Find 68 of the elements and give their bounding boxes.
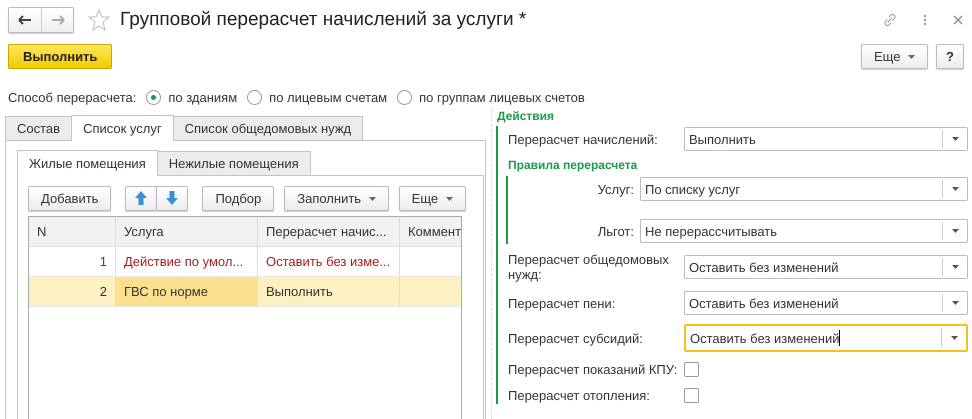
field-label: Услуг: xyxy=(596,182,635,196)
back-arrow-icon xyxy=(18,15,32,25)
fill-button[interactable]: Заполнить xyxy=(284,186,389,210)
table-cell: ГВС по норме xyxy=(116,277,258,306)
caret-icon[interactable] xyxy=(952,137,958,141)
column-header[interactable]: Услуга xyxy=(116,217,258,246)
radio-label[interactable]: по лицевым счетам xyxy=(269,90,388,104)
group-title: Правила перерасчета xyxy=(508,158,638,172)
tab[interactable]: Жилые помещения xyxy=(17,150,158,176)
tab[interactable]: Список общедомовых нужд xyxy=(172,116,364,140)
caret-icon[interactable] xyxy=(952,187,958,191)
table-row[interactable]: 2 ГВС по норме Выполнить xyxy=(29,277,461,307)
tab[interactable]: Состав xyxy=(5,116,72,140)
field-label: Льгот: xyxy=(596,224,635,238)
tab[interactable]: Список услуг xyxy=(71,115,174,141)
column-header[interactable]: Перерасчет начис... xyxy=(258,217,400,246)
column-header[interactable]: N xyxy=(29,217,116,246)
up-arrow-icon xyxy=(135,191,148,205)
checkbox[interactable] xyxy=(684,388,699,402)
star-icon[interactable] xyxy=(88,9,110,31)
method-label: Способ перерасчета: xyxy=(8,90,136,104)
dropdown-field[interactable]: Оставить без изменений xyxy=(684,255,968,279)
field-label: Перерасчет начислений: xyxy=(508,132,659,146)
caret-icon[interactable] xyxy=(952,301,958,305)
radio-label[interactable]: по зданиям xyxy=(168,90,238,104)
radio-button[interactable] xyxy=(397,90,412,104)
execute-button[interactable]: Выполнить xyxy=(8,44,112,68)
radio-label[interactable]: по группам лицевых счетов xyxy=(419,90,585,104)
move-down-button[interactable] xyxy=(156,186,188,210)
field-label: Перерасчет отопления: xyxy=(508,388,651,402)
dropdown-field[interactable]: Оставить без изменений xyxy=(684,291,968,315)
dropdown-field[interactable]: Не перерассчитывать xyxy=(640,219,968,243)
close-icon[interactable] xyxy=(952,14,964,26)
add-button[interactable]: Добавить xyxy=(28,186,112,210)
field-label: Перерасчет общедомовых нужд: xyxy=(508,252,670,282)
dropdown-field[interactable]: Оставить без изменений xyxy=(684,324,968,352)
table-cell: Выполнить xyxy=(258,277,400,306)
caret-icon[interactable] xyxy=(950,336,958,340)
column-header[interactable]: Коммент xyxy=(400,217,461,246)
radio-button[interactable] xyxy=(146,90,162,104)
checkbox[interactable] xyxy=(684,362,699,376)
table-cell: Оставить без изме... xyxy=(258,247,400,276)
table-cell: Действие по умол... xyxy=(116,247,258,276)
caret-icon[interactable] xyxy=(952,265,958,269)
section-title: Действия xyxy=(496,109,556,125)
pick-button[interactable]: Подбор xyxy=(202,186,274,210)
more-button[interactable]: Еще xyxy=(398,186,466,210)
dropdown-field[interactable]: Выполнить xyxy=(684,127,968,151)
down-arrow-icon xyxy=(166,191,178,205)
more-button[interactable]: Еще xyxy=(860,44,928,68)
caret-icon xyxy=(368,197,376,202)
more-dots-icon[interactable] xyxy=(922,12,928,28)
caret-icon xyxy=(446,197,453,202)
help-button[interactable]: ? xyxy=(936,44,964,68)
tab[interactable]: Нежилые помещения xyxy=(156,151,311,175)
table-cell: 1 xyxy=(29,247,116,276)
dropdown-field[interactable]: По списку услуг xyxy=(640,177,968,201)
radio-button[interactable] xyxy=(247,90,262,104)
window-title: Групповой перерасчет начислений за услуги * xyxy=(120,9,528,31)
link-icon[interactable] xyxy=(882,12,898,28)
caret-icon xyxy=(908,55,916,60)
field-label: Перерасчет показаний КПУ: xyxy=(508,362,678,376)
caret-icon[interactable] xyxy=(952,229,958,233)
field-label: Перерасчет пени: xyxy=(508,296,616,310)
move-up-button[interactable] xyxy=(125,186,158,210)
forward-arrow-icon xyxy=(50,15,64,25)
field-label: Перерасчет субсидий: xyxy=(508,330,644,346)
back-button[interactable] xyxy=(9,8,41,32)
